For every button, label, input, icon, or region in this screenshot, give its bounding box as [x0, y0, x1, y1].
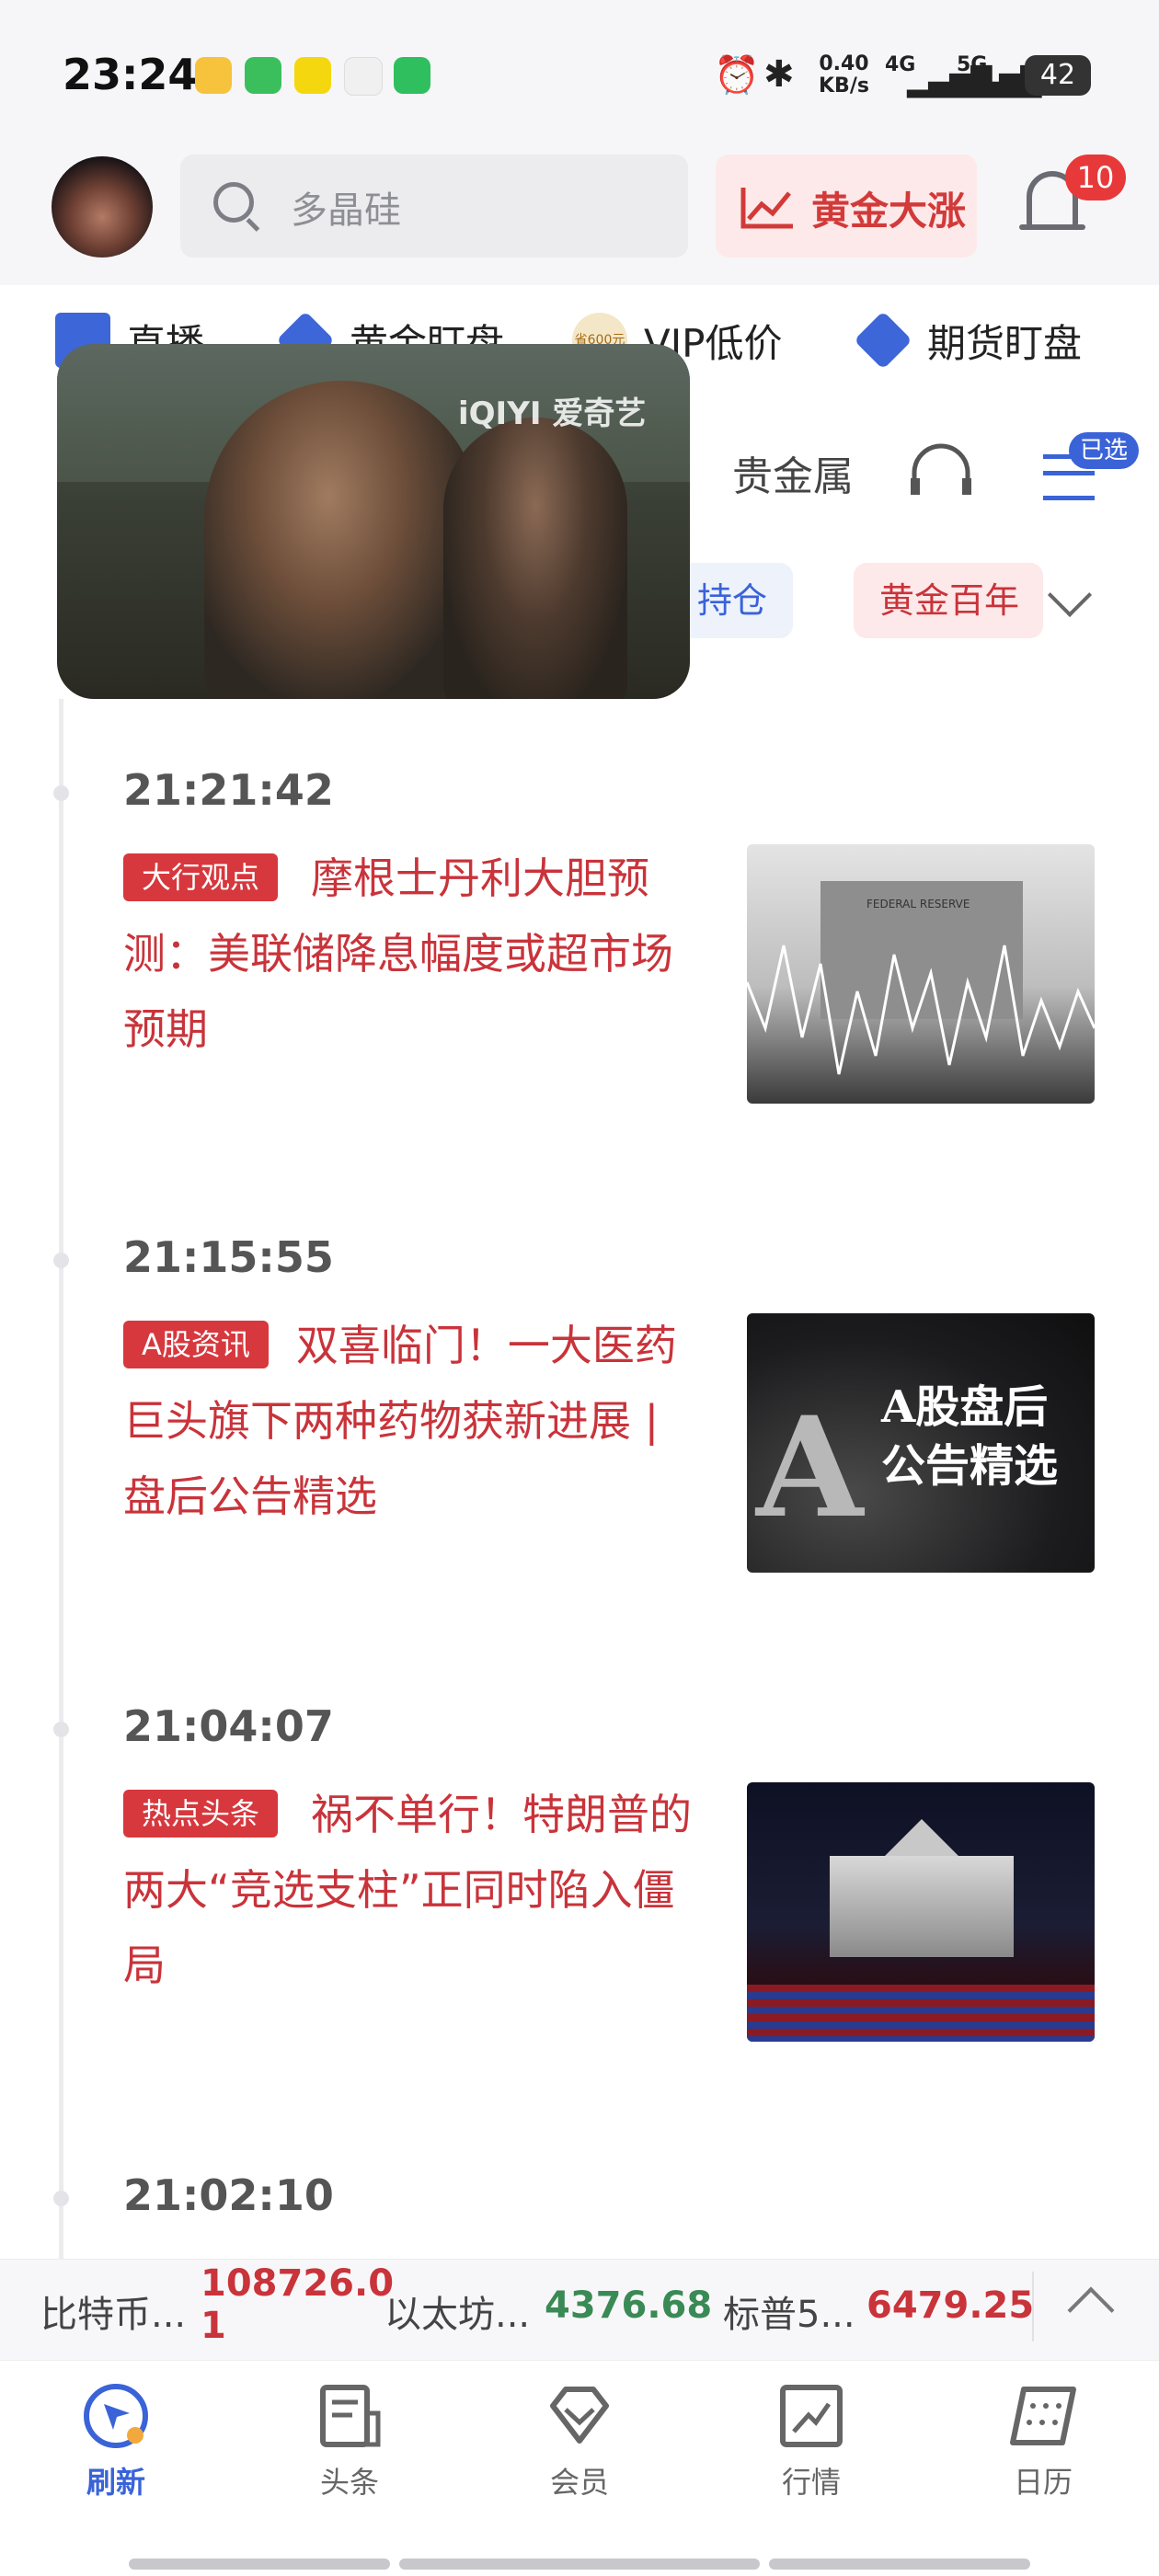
timeline-line — [59, 699, 63, 2262]
trend-up-icon — [740, 188, 793, 229]
nav-label: 日历 — [1013, 2465, 1073, 2500]
menu-icon-middle — [1043, 471, 1095, 475]
ticker-name: 标普5... — [723, 2294, 855, 2336]
search-icon — [213, 182, 254, 223]
net-speed: 0.40 KB/s — [819, 52, 869, 97]
news-thumbnail[interactable]: FEDERAL RESERVE — [747, 844, 1095, 1104]
nav-refresh[interactable]: 刷新 — [52, 2382, 180, 2502]
news-time: 21:15:55 — [123, 1232, 334, 1282]
newspaper-icon — [320, 2385, 381, 2447]
ticker-name: 以太坊... — [384, 2294, 531, 2336]
notification-badge: 10 — [1065, 155, 1126, 200]
nav-market[interactable]: 行情 — [747, 2382, 876, 2502]
battery-indicator: 42 — [1025, 55, 1091, 96]
iqiyi-icon — [245, 57, 281, 94]
news-time: 21:21:42 — [123, 765, 334, 815]
news-thumbnail[interactable] — [747, 1782, 1095, 2042]
selected-badge: 已选 — [1069, 432, 1140, 469]
video-frame-figure — [443, 418, 627, 699]
flag-stripes — [747, 1985, 1095, 2042]
bluetooth-icon: ✱ — [763, 53, 795, 96]
nav-membership[interactable]: 会员 — [515, 2382, 644, 2502]
calendar-icon — [1010, 2387, 1076, 2445]
white-house-shape — [830, 1856, 1014, 1957]
avatar[interactable] — [52, 156, 153, 258]
news-item[interactable]: A股资讯 双喜临门！一大医药巨头旗下两种药物获新进展 | 盘后公告精选 — [123, 1308, 703, 1534]
iqiyi-logo: iQIYI 爱奇艺 — [458, 395, 647, 432]
weibo-icon — [195, 57, 232, 94]
timeline-dot — [53, 785, 69, 801]
ticker-name: 比特币... — [40, 2294, 187, 2336]
news-item[interactable]: 大行观点 摩根士丹利大胆预测：美联储降息幅度或超市场预期 — [123, 841, 703, 1067]
white-house-roof — [885, 1819, 958, 1856]
headphones-icon[interactable] — [909, 441, 973, 497]
hot-topic-label: 黄金大涨 — [811, 189, 967, 234]
ticker-value: 108726.0 1 — [201, 2262, 395, 2347]
timeline-dot — [53, 1722, 69, 1737]
ticker-value: 6479.25 — [866, 2284, 1035, 2327]
yy-icon — [294, 57, 331, 94]
clock: 23:24 — [63, 50, 198, 99]
refresh-compass-icon — [84, 2384, 148, 2448]
ticker-value: 4376.68 — [545, 2284, 713, 2327]
alarm-icon: ⏰ — [714, 54, 760, 97]
chevron-down-icon[interactable] — [1047, 572, 1093, 618]
diamond-icon — [550, 2387, 609, 2444]
chip-gold-century[interactable]: 黄金百年 — [854, 563, 1043, 638]
timeline-dot — [53, 1253, 69, 1268]
floating-video-player[interactable]: iQIYI 爱奇艺 — [57, 344, 690, 699]
nav-label: 会员 — [549, 2465, 609, 2500]
letter-a-shape: A — [756, 1387, 864, 1549]
nav-label: 行情 — [781, 2465, 841, 2500]
market-chart-icon — [780, 2385, 843, 2447]
home-indicator — [399, 2559, 760, 2570]
nav-headlines[interactable]: 头条 — [285, 2382, 414, 2502]
news-tag: A股资讯 — [123, 1321, 269, 1368]
shortcut-futures-watch[interactable]: 期货盯盘 — [854, 303, 1082, 377]
news-tag: 大行观点 — [123, 853, 279, 901]
home-indicator — [129, 2559, 390, 2570]
phone-icon — [394, 57, 430, 94]
thumb-title: A股盘后 公告精选 — [881, 1381, 1059, 1492]
nav-calendar[interactable]: 日历 — [979, 2382, 1107, 2502]
bell-base — [1019, 224, 1085, 230]
clock-app-icon — [344, 57, 383, 96]
news-tag: 热点头条 — [123, 1790, 279, 1838]
nav-label: 头条 — [319, 2465, 379, 2500]
nav-label: 刷新 — [86, 2465, 145, 2500]
home-indicator — [769, 2559, 1030, 2570]
search-input[interactable] — [180, 155, 688, 258]
tab-precious-metals[interactable]: 贵金属 — [732, 443, 854, 502]
video-frame-figure — [204, 381, 480, 699]
ticker-divider — [1032, 2272, 1034, 2341]
news-time: 21:02:10 — [123, 2170, 334, 2220]
news-time: 21:04:07 — [123, 1701, 334, 1751]
timeline-dot — [53, 2191, 69, 2206]
news-thumbnail[interactable]: A A股盘后 公告精选 — [747, 1313, 1095, 1573]
search-placeholder: 多晶硅 — [291, 189, 401, 232]
diamond-icon — [854, 311, 912, 370]
news-item[interactable]: 热点头条 祸不单行！特朗普的两大“竞选支柱”正同时陷入僵局 — [123, 1777, 703, 2003]
stock-line — [747, 945, 1095, 1075]
